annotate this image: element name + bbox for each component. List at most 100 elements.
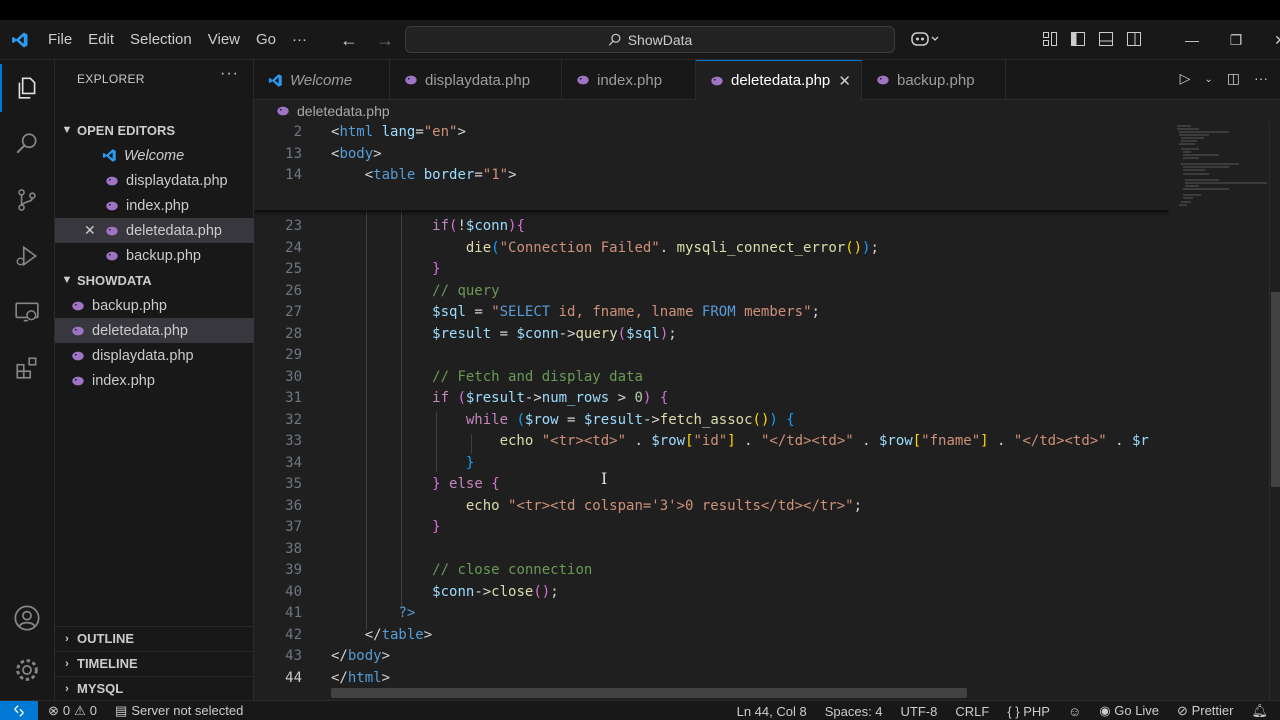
back-arrow-icon[interactable]: ← xyxy=(340,30,358,51)
close-window-icon[interactable]: ✕ xyxy=(1258,20,1280,60)
php-icon xyxy=(72,351,84,360)
menu-bar: File Edit Selection View Go ··· xyxy=(40,20,315,60)
error-count: 0 xyxy=(62,703,71,718)
open-editor-displaydata[interactable]: displaydata.php xyxy=(55,168,254,193)
code-line: 29 xyxy=(254,345,1169,367)
search-icon[interactable] xyxy=(11,128,43,160)
outline-header[interactable]: › OUTLINE xyxy=(55,626,254,650)
open-editor-deletedata[interactable]: ✕ deletedata.php xyxy=(55,218,254,243)
open-editor-backup[interactable]: backup.php xyxy=(55,243,254,268)
file-label: backup.php xyxy=(92,297,167,314)
extensions-icon[interactable] xyxy=(11,352,43,384)
minimap[interactable] xyxy=(1169,122,1269,700)
server-icon: ▤ xyxy=(115,702,128,718)
go-live-button[interactable]: ◉ Go Live xyxy=(1099,703,1159,719)
php-icon xyxy=(277,106,289,116)
php-icon xyxy=(106,251,118,260)
line-number: 14 xyxy=(285,167,302,183)
command-center[interactable]: ShowData xyxy=(405,26,895,53)
language-label: PHP xyxy=(1023,703,1050,719)
account-icon[interactable] xyxy=(11,602,43,634)
end-of-line[interactable]: CRLF xyxy=(955,704,989,719)
source-control-icon[interactable] xyxy=(11,184,43,216)
menu-file[interactable]: File xyxy=(40,20,80,60)
run-debug-icon[interactable] xyxy=(11,240,43,272)
tab-backup[interactable]: backup.php xyxy=(862,60,1006,100)
split-editor-icon[interactable]: ◫ xyxy=(1227,70,1240,90)
menu-go[interactable]: Go xyxy=(248,20,284,60)
toggle-primary-sidebar-icon[interactable] xyxy=(1070,31,1086,47)
file-index[interactable]: index.php xyxy=(55,368,254,393)
error-icon: ⊗ xyxy=(48,702,59,718)
notifications-bell-icon[interactable]: 🔔︎ xyxy=(1251,703,1268,719)
tab-displaydata[interactable]: displaydata.php xyxy=(390,60,562,100)
layout-controls xyxy=(1042,31,1142,47)
file-deletedata[interactable]: deletedata.php xyxy=(55,318,254,343)
mysql-header[interactable]: › MYSQL xyxy=(55,676,254,700)
toggle-panel-icon[interactable] xyxy=(1098,31,1114,47)
tab-welcome[interactable]: Welcome xyxy=(254,60,390,100)
problems-indicator[interactable]: ⊗ 0 ⚠ 0 xyxy=(48,703,97,719)
tab-label: index.php xyxy=(597,71,663,89)
manage-gear-icon[interactable] xyxy=(11,654,43,686)
close-icon[interactable]: ✕ xyxy=(84,222,96,239)
open-editors-header[interactable]: ▼ OPEN EDITORS xyxy=(55,118,254,142)
code-line: 39 // close connection xyxy=(254,560,1169,582)
chevron-down-icon[interactable]: ⌄ xyxy=(1204,70,1212,90)
code-line: 23 if(!$conn){ xyxy=(254,216,1169,238)
customize-layout-icon[interactable] xyxy=(1042,31,1058,47)
tab-deletedata[interactable]: deletedata.php ✕ xyxy=(696,60,862,100)
explorer-files-icon[interactable] xyxy=(0,64,43,112)
file-displaydata[interactable]: displaydata.php xyxy=(55,343,254,368)
menu-selection[interactable]: Selection xyxy=(122,20,200,60)
horizontal-scrollbar[interactable] xyxy=(331,688,967,698)
code-line: 13 <body> xyxy=(254,144,1169,166)
line-number: 37 xyxy=(285,519,302,535)
copilot-status-icon[interactable]: ☺ xyxy=(1068,704,1081,719)
forward-arrow-icon[interactable]: → xyxy=(376,30,394,51)
minimize-icon[interactable]: — xyxy=(1170,20,1214,60)
prettier-button[interactable]: ⊘ Prettier xyxy=(1177,703,1233,719)
toggle-secondary-sidebar-icon[interactable] xyxy=(1126,31,1142,47)
code-editor[interactable]: 2 <html lang="en"> 13 <body> 14 <table bor… xyxy=(254,122,1169,700)
vertical-scrollbar[interactable] xyxy=(1269,122,1280,700)
file-backup[interactable]: backup.php xyxy=(55,293,254,318)
more-actions-icon[interactable]: ··· xyxy=(1254,70,1268,90)
open-editor-welcome[interactable]: Welcome xyxy=(55,143,254,168)
folder-header-showdata[interactable]: ▼ SHOWDATA xyxy=(55,268,254,292)
menu-view[interactable]: View xyxy=(200,20,248,60)
code-line: 28 $result = $conn->query($sql); xyxy=(254,324,1169,346)
close-tab-icon[interactable]: ✕ xyxy=(838,72,851,90)
timeline-header[interactable]: › TIMELINE xyxy=(55,651,254,675)
code-line: 42 </table> xyxy=(254,625,1169,647)
menu-more[interactable]: ··· xyxy=(284,20,315,60)
open-editor-index[interactable]: index.php xyxy=(55,193,254,218)
restore-icon[interactable]: ❐ xyxy=(1214,20,1258,60)
tab-index[interactable]: index.php xyxy=(562,60,696,100)
window-controls: — ❐ ✕ xyxy=(1170,20,1280,60)
php-icon xyxy=(106,201,118,210)
language-mode[interactable]: { } PHP xyxy=(1007,704,1050,719)
activity-bar xyxy=(0,60,55,700)
remote-indicator-icon[interactable] xyxy=(0,700,38,720)
indentation[interactable]: Spaces: 4 xyxy=(825,704,883,719)
code-line: 40 $conn->close(); xyxy=(254,582,1169,604)
line-number: 25 xyxy=(285,261,302,277)
code-line: 41 ?> xyxy=(254,603,1169,625)
run-play-icon[interactable]: ▷ xyxy=(1180,70,1191,90)
explorer-sidebar: EXPLORER ··· ▼ OPEN EDITORS Welcome disp… xyxy=(55,60,254,700)
tab-label: deletedata.php xyxy=(731,72,831,89)
server-status[interactable]: ▤ Server not selected xyxy=(115,703,243,719)
breadcrumb[interactable]: deletedata.php xyxy=(254,100,1280,122)
remote-explorer-icon[interactable] xyxy=(11,296,43,328)
scrollbar-thumb[interactable] xyxy=(1271,292,1280,487)
encoding[interactable]: UTF-8 xyxy=(901,704,938,719)
line-number: 40 xyxy=(285,583,302,600)
more-actions-icon[interactable]: ··· xyxy=(220,65,239,83)
cursor-position[interactable]: Ln 44, Col 8 xyxy=(737,704,807,719)
copilot-icon[interactable] xyxy=(910,30,940,52)
command-center-label: ShowData xyxy=(627,31,693,48)
code-line: 37 } xyxy=(254,517,1169,539)
warning-count: 0 xyxy=(89,703,98,718)
menu-edit[interactable]: Edit xyxy=(80,20,122,60)
